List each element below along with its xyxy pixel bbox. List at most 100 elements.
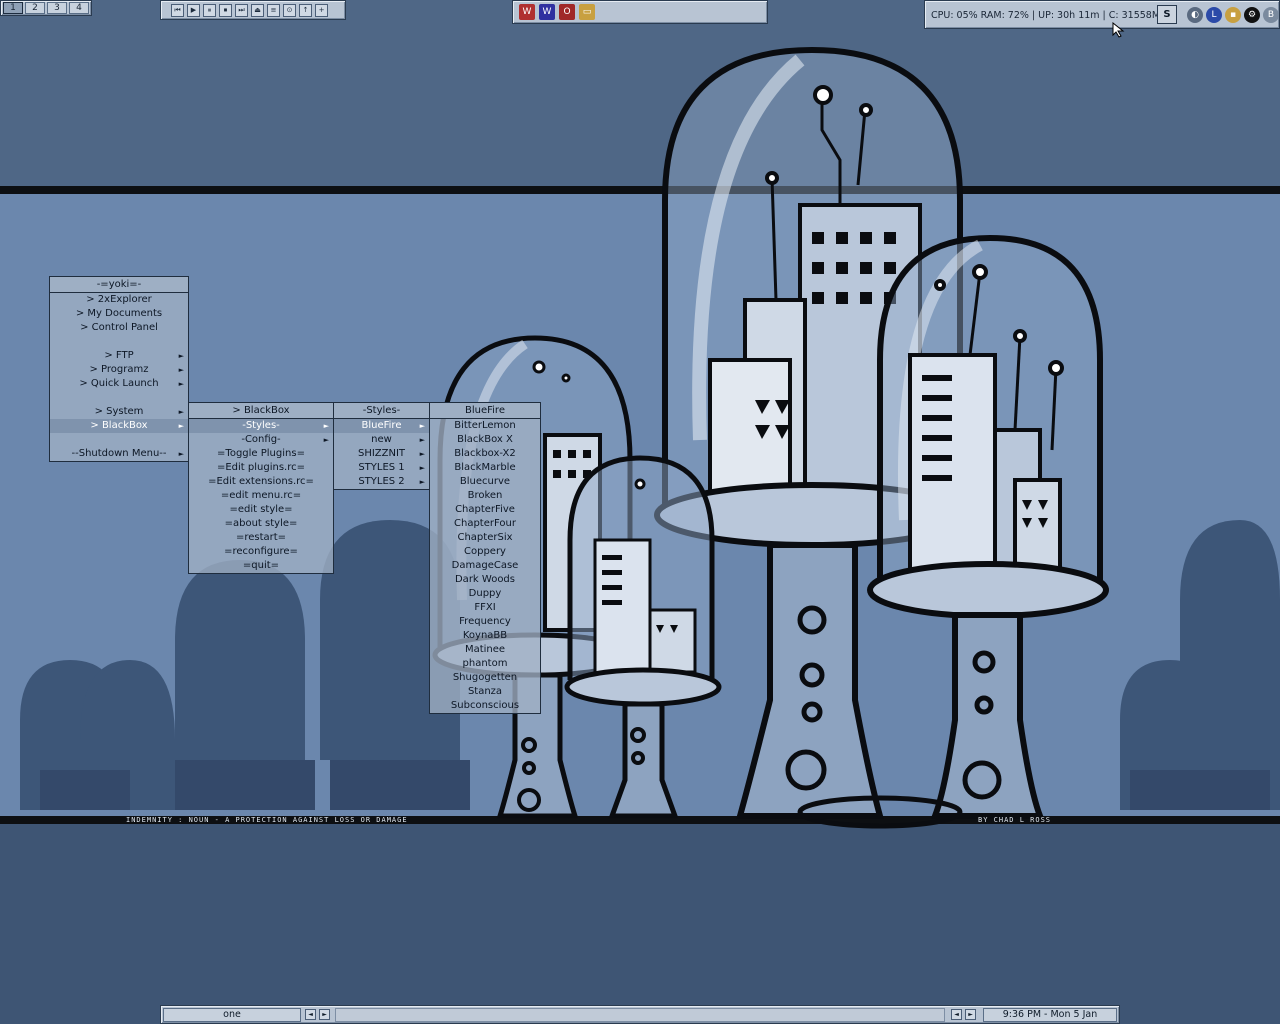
s-button[interactable]: S [1157,5,1177,24]
menu-item-label: =reconfigure= [224,546,298,557]
menu-item-label: BitterLemon [454,420,516,431]
menu-item[interactable]: STYLES 2 ► [334,475,429,489]
menu-item-label: -Config- [241,434,281,445]
workspace-next-button[interactable]: ► [965,1009,976,1020]
media-button-8[interactable]: ↑ [299,3,312,17]
menu-item[interactable]: Stanza [430,685,540,699]
menu-item[interactable]: =edit style= [189,503,333,517]
menu-item[interactable]: ChapterFour [430,517,540,531]
volume-tray-icon[interactable]: ◐ [1187,7,1203,23]
wallpaper-credit: BY CHAD L ROSS [978,816,1052,824]
blackbox-tray-icon[interactable]: B [1263,7,1279,23]
menu-item-label: ChapterFour [454,518,516,529]
menu-item[interactable]: =Edit plugins.rc= [189,461,333,475]
menu-item[interactable]: ChapterSix [430,531,540,545]
folder-icon[interactable]: ▭ [579,4,595,20]
menu-item[interactable]: =reconfigure= [189,545,333,559]
media-button-0[interactable]: ⏮ [171,3,184,17]
menu-item[interactable]: > Control Panel [50,321,188,335]
winamp2-icon[interactable]: W [539,4,555,20]
system-stats: CPU: 05% RAM: 72% | UP: 30h 11m | C: 315… [931,10,1167,21]
workspace-3-button[interactable]: 3 [47,2,67,14]
workspace-1-button[interactable]: 1 [3,2,23,14]
menu-item[interactable]: BlackMarble [430,461,540,475]
workspace-prev-button[interactable]: ◄ [951,1009,962,1020]
task-button-one[interactable]: one [163,1008,301,1022]
steam-tray-icon[interactable]: ⚙ [1244,7,1260,23]
media-button-9[interactable]: + [315,3,328,17]
media-button-5[interactable]: ⏏ [251,3,264,17]
menu-item[interactable]: Duppy [430,587,540,601]
menu-item-label: BlackMarble [454,462,516,473]
workspace-2-button[interactable]: 2 [25,2,45,14]
media-button-4[interactable]: ⏭ [235,3,248,17]
menu-item-label: > System [94,406,144,417]
menu-item[interactable]: phantom [430,657,540,671]
menu-item[interactable]: > Programz ► [50,363,188,377]
menu-item[interactable]: > My Documents [50,307,188,321]
menu-item[interactable]: =about style= [189,517,333,531]
menu-item[interactable]: Matinee [430,643,540,657]
menu-item[interactable]: =Toggle Plugins= [189,447,333,461]
menu-item[interactable]: Broken [430,489,540,503]
menu-item-label: SHIZZNIT [357,448,406,459]
menu-item[interactable]: BlueFire ► [334,419,429,433]
menu-item[interactable]: --Shutdown Menu-- ► [50,447,188,461]
media-button-7[interactable]: ⊙ [283,3,296,17]
menu-item[interactable]: SHIZZNIT ► [334,447,429,461]
submenu-arrow-icon: ► [178,352,184,360]
logitech-tray-icon[interactable]: L [1206,7,1222,23]
menu-item-label: > Programz [89,364,149,375]
clock: 9:36 PM - Mon 5 Jan [983,1008,1117,1022]
menu-item[interactable]: =Edit extensions.rc= [189,475,333,489]
media-button-6[interactable]: ≡ [267,3,280,17]
menu-item[interactable]: > System ► [50,405,188,419]
winamp-icon[interactable]: W [519,4,535,20]
menu-item[interactable]: KoynaBB [430,629,540,643]
menu-item[interactable]: Bluecurve [430,475,540,489]
menu-item-label: STYLES 1 [358,462,405,473]
menu-item-label: Coppery [464,546,506,557]
menu-item[interactable]: > Quick Launch ► [50,377,188,391]
menu-item[interactable]: FFXI [430,601,540,615]
workspace-4-button[interactable]: 4 [69,2,89,14]
blackbox-submenu: > BlackBox -Styles- ► -Config- ► =Toggle Plu… [188,402,334,574]
menu-separator [50,433,188,447]
media-controls: ⏮ ▶ ⏸ ⏹ ⏭ ⏏ ≡ ⊙ ↑ + [160,0,346,20]
menu-item[interactable]: > FTP ► [50,349,188,363]
menu-item-label: =Edit extensions.rc= [208,476,314,487]
menu-item[interactable]: Blackbox-X2 [430,447,540,461]
menu-item[interactable]: =quit= [189,559,333,573]
media-button-3[interactable]: ⏹ [219,3,232,17]
menu-item-label: STYLES 2 [358,476,405,487]
menu-item[interactable]: BlackBox X [430,433,540,447]
media-button-1[interactable]: ▶ [187,3,200,17]
menu-item[interactable]: ChapterFive [430,503,540,517]
menu-item[interactable]: -Config- ► [189,433,333,447]
task-area [335,1008,945,1022]
submenu-arrow-icon: ► [419,450,425,458]
network-tray-icon[interactable]: ▪ [1225,7,1241,23]
menu-item[interactable]: > 2xExplorer [50,293,188,307]
task-prev-button[interactable]: ◄ [305,1009,316,1020]
menu-item-label: BlackBox X [457,434,513,445]
menu-item[interactable]: BitterLemon [430,419,540,433]
menu-item[interactable]: new ► [334,433,429,447]
menu-item[interactable]: > BlackBox ► [50,419,188,433]
menu-item[interactable]: Shugogetten [430,671,540,685]
menu-item[interactable]: =restart= [189,531,333,545]
menu-item[interactable]: Frequency [430,615,540,629]
media-button-2[interactable]: ⏸ [203,3,216,17]
menu-item[interactable]: STYLES 1 ► [334,461,429,475]
task-next-button[interactable]: ► [319,1009,330,1020]
menu-item[interactable]: Coppery [430,545,540,559]
menu-item-label: Shugogetten [452,672,518,683]
styles-submenu-items: BlueFire ► new ► SHIZZNIT ► STYLES 1 ► STYLES 2 ► [334,419,429,489]
menu-item[interactable]: -Styles- ► [189,419,333,433]
opera-icon[interactable]: O [559,4,575,20]
menu-item[interactable]: Dark Woods [430,573,540,587]
menu-item[interactable]: Subconscious [430,699,540,713]
menu-item[interactable]: =edit menu.rc= [189,489,333,503]
menu-item[interactable]: DamageCase [430,559,540,573]
menu-item-label: Matinee [464,644,506,655]
